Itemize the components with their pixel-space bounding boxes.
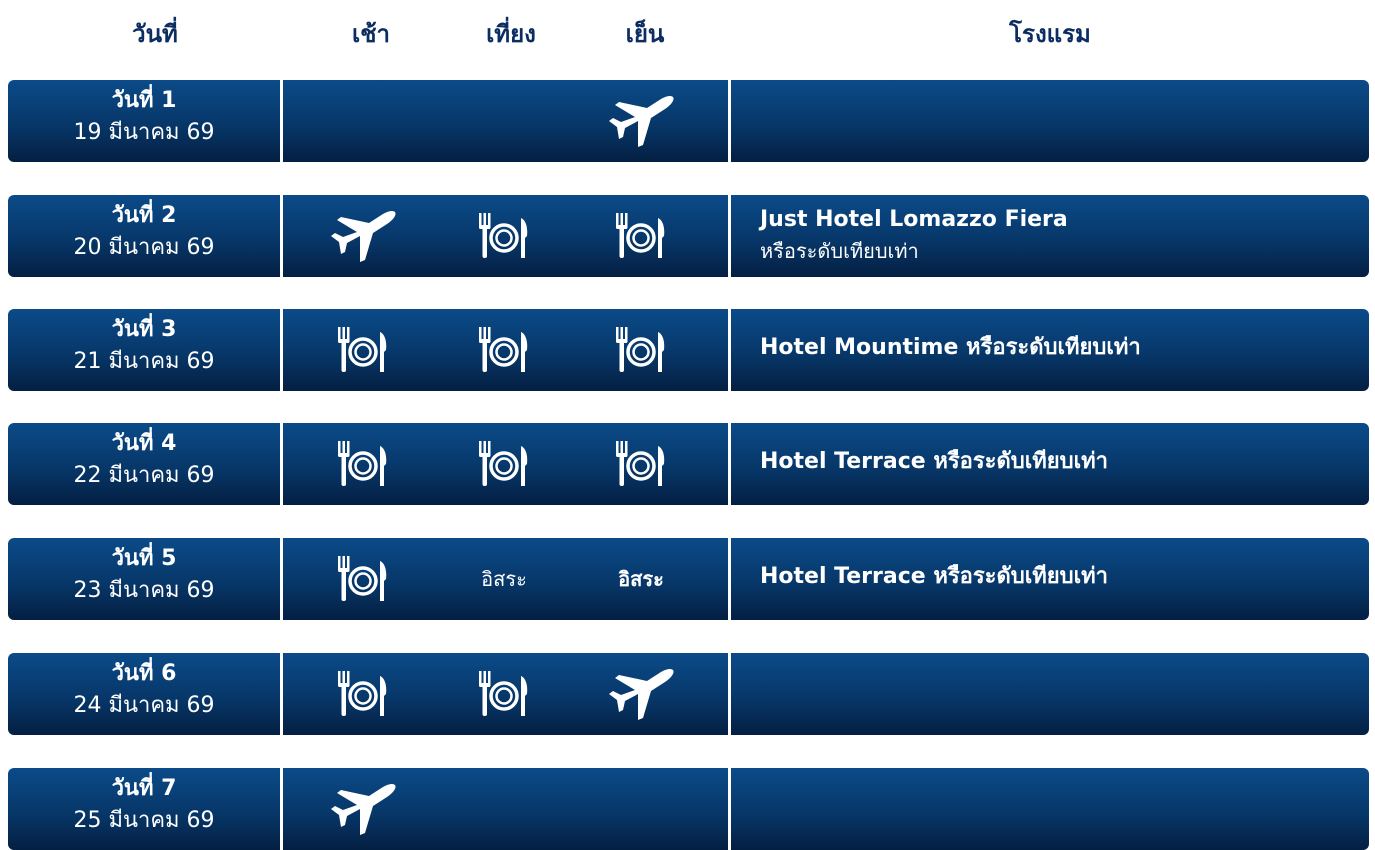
column-divider <box>280 195 283 277</box>
airplane-icon <box>609 668 674 720</box>
column-divider <box>280 80 283 162</box>
day-cell: วันที่ 3 21 มีนาคม 69 <box>8 309 280 391</box>
breakfast-cell <box>307 653 419 735</box>
hotel-cell: Hotel Mountime หรือระดับเทียบเท่า <box>760 309 1350 391</box>
column-divider <box>280 423 283 505</box>
airplane-icon <box>331 210 396 262</box>
date-label: 23 มีนาคม 69 <box>73 578 215 603</box>
day-cell: วันที่ 2 20 มีนาคม 69 <box>8 195 280 277</box>
meal-icon <box>479 213 528 258</box>
hotel-cell: Hotel Terrace หรือระดับเทียบเท่า <box>760 538 1350 620</box>
lunch-cell <box>448 80 560 162</box>
column-divider <box>728 309 731 391</box>
dinner-cell <box>585 309 697 391</box>
lunch-cell: อิสระ <box>448 538 560 620</box>
dinner-cell <box>585 768 697 850</box>
column-divider <box>280 309 283 391</box>
hotel-name: Just Hotel Lomazzo Fiera <box>760 207 1068 232</box>
itinerary-row: วันที่ 3 21 มีนาคม 69 Hotel Mountime หรือร… <box>8 309 1369 391</box>
meal-icon <box>338 671 387 716</box>
meal-icon <box>479 441 528 486</box>
dinner-cell <box>585 195 697 277</box>
meal-icon <box>479 327 528 372</box>
dinner-cell <box>585 423 697 505</box>
day-cell: วันที่ 1 19 มีนาคม 69 <box>8 80 280 162</box>
column-divider <box>728 423 731 505</box>
header-lunch: เที่ยง <box>486 20 536 48</box>
dinner-cell: อิสระ <box>585 538 697 620</box>
itinerary-row: วันที่ 5 23 มีนาคม 69 อิสระ อิสระ Hotel Terr… <box>8 538 1369 620</box>
lunch-cell <box>448 423 560 505</box>
itinerary-row: วันที่ 6 24 มีนาคม 69 <box>8 653 1369 735</box>
itinerary-row: วันที่ 1 19 มีนาคม 69 <box>8 80 1369 162</box>
column-divider <box>728 195 731 277</box>
hotel-subtitle: หรือระดับเทียบเท่า <box>760 239 919 263</box>
date-label: 22 มีนาคม 69 <box>73 463 215 488</box>
day-label: วันที่ 4 <box>111 431 177 456</box>
free-time-label: อิสระ <box>618 567 664 591</box>
breakfast-cell <box>307 195 419 277</box>
meal-icon <box>338 556 387 601</box>
column-divider <box>280 538 283 620</box>
hotel-cell <box>760 768 1350 850</box>
lunch-cell <box>448 309 560 391</box>
meal-icon <box>616 327 665 372</box>
day-label: วันที่ 3 <box>111 317 177 342</box>
meal-icon <box>479 671 528 716</box>
breakfast-cell <box>307 80 419 162</box>
dinner-cell <box>585 80 697 162</box>
meal-icon <box>616 213 665 258</box>
header-day: วันที่ <box>132 20 178 48</box>
column-divider <box>280 653 283 735</box>
breakfast-cell <box>307 768 419 850</box>
hotel-cell <box>760 80 1350 162</box>
hotel-cell: Just Hotel Lomazzo Fiera หรือระดับเทียบเท… <box>760 195 1350 277</box>
header-hotel: โรงแรม <box>1009 20 1091 48</box>
day-cell: วันที่ 4 22 มีนาคม 69 <box>8 423 280 505</box>
day-label: วันที่ 1 <box>111 88 177 113</box>
column-divider <box>728 768 731 850</box>
hotel-cell: Hotel Terrace หรือระดับเทียบเท่า <box>760 423 1350 505</box>
hotel-name: Hotel Terrace หรือระดับเทียบเท่า <box>760 449 1109 474</box>
lunch-cell <box>448 653 560 735</box>
header-breakfast: เช้า <box>352 20 390 48</box>
lunch-cell <box>448 195 560 277</box>
meal-icon <box>616 441 665 486</box>
column-divider <box>280 768 283 850</box>
airplane-icon <box>331 783 396 835</box>
itinerary-row: วันที่ 2 20 มีนาคม 69 Just Hotel Lomazzo F… <box>8 195 1369 277</box>
meal-icon <box>338 327 387 372</box>
hotel-cell <box>760 653 1350 735</box>
airplane-icon <box>609 95 674 147</box>
column-divider <box>728 80 731 162</box>
date-label: 24 มีนาคม 69 <box>73 693 215 718</box>
header-dinner: เย็น <box>625 20 665 48</box>
date-label: 20 มีนาคม 69 <box>73 235 215 260</box>
day-cell: วันที่ 7 25 มีนาคม 69 <box>8 768 280 850</box>
dinner-cell <box>585 653 697 735</box>
breakfast-cell <box>307 309 419 391</box>
free-time-label: อิสระ <box>481 567 527 591</box>
day-label: วันที่ 7 <box>111 776 177 801</box>
column-divider <box>728 538 731 620</box>
day-cell: วันที่ 5 23 มีนาคม 69 <box>8 538 280 620</box>
itinerary-row: วันที่ 7 25 มีนาคม 69 <box>8 768 1369 850</box>
itinerary-header: วันที่ เช้า เที่ยง เย็น โรงแรม <box>0 0 1375 60</box>
day-label: วันที่ 2 <box>111 203 177 228</box>
day-label: วันที่ 6 <box>111 661 177 686</box>
date-label: 19 มีนาคม 69 <box>73 120 215 145</box>
hotel-name: Hotel Mountime หรือระดับเทียบเท่า <box>760 335 1141 360</box>
day-cell: วันที่ 6 24 มีนาคม 69 <box>8 653 280 735</box>
date-label: 21 มีนาคม 69 <box>73 349 215 374</box>
itinerary-row: วันที่ 4 22 มีนาคม 69 Hotel Terrace หรือระ… <box>8 423 1369 505</box>
meal-icon <box>338 441 387 486</box>
hotel-name: Hotel Terrace หรือระดับเทียบเท่า <box>760 564 1109 589</box>
column-divider <box>728 653 731 735</box>
lunch-cell <box>448 768 560 850</box>
breakfast-cell <box>307 538 419 620</box>
day-label: วันที่ 5 <box>111 546 177 571</box>
breakfast-cell <box>307 423 419 505</box>
date-label: 25 มีนาคม 69 <box>73 808 215 833</box>
